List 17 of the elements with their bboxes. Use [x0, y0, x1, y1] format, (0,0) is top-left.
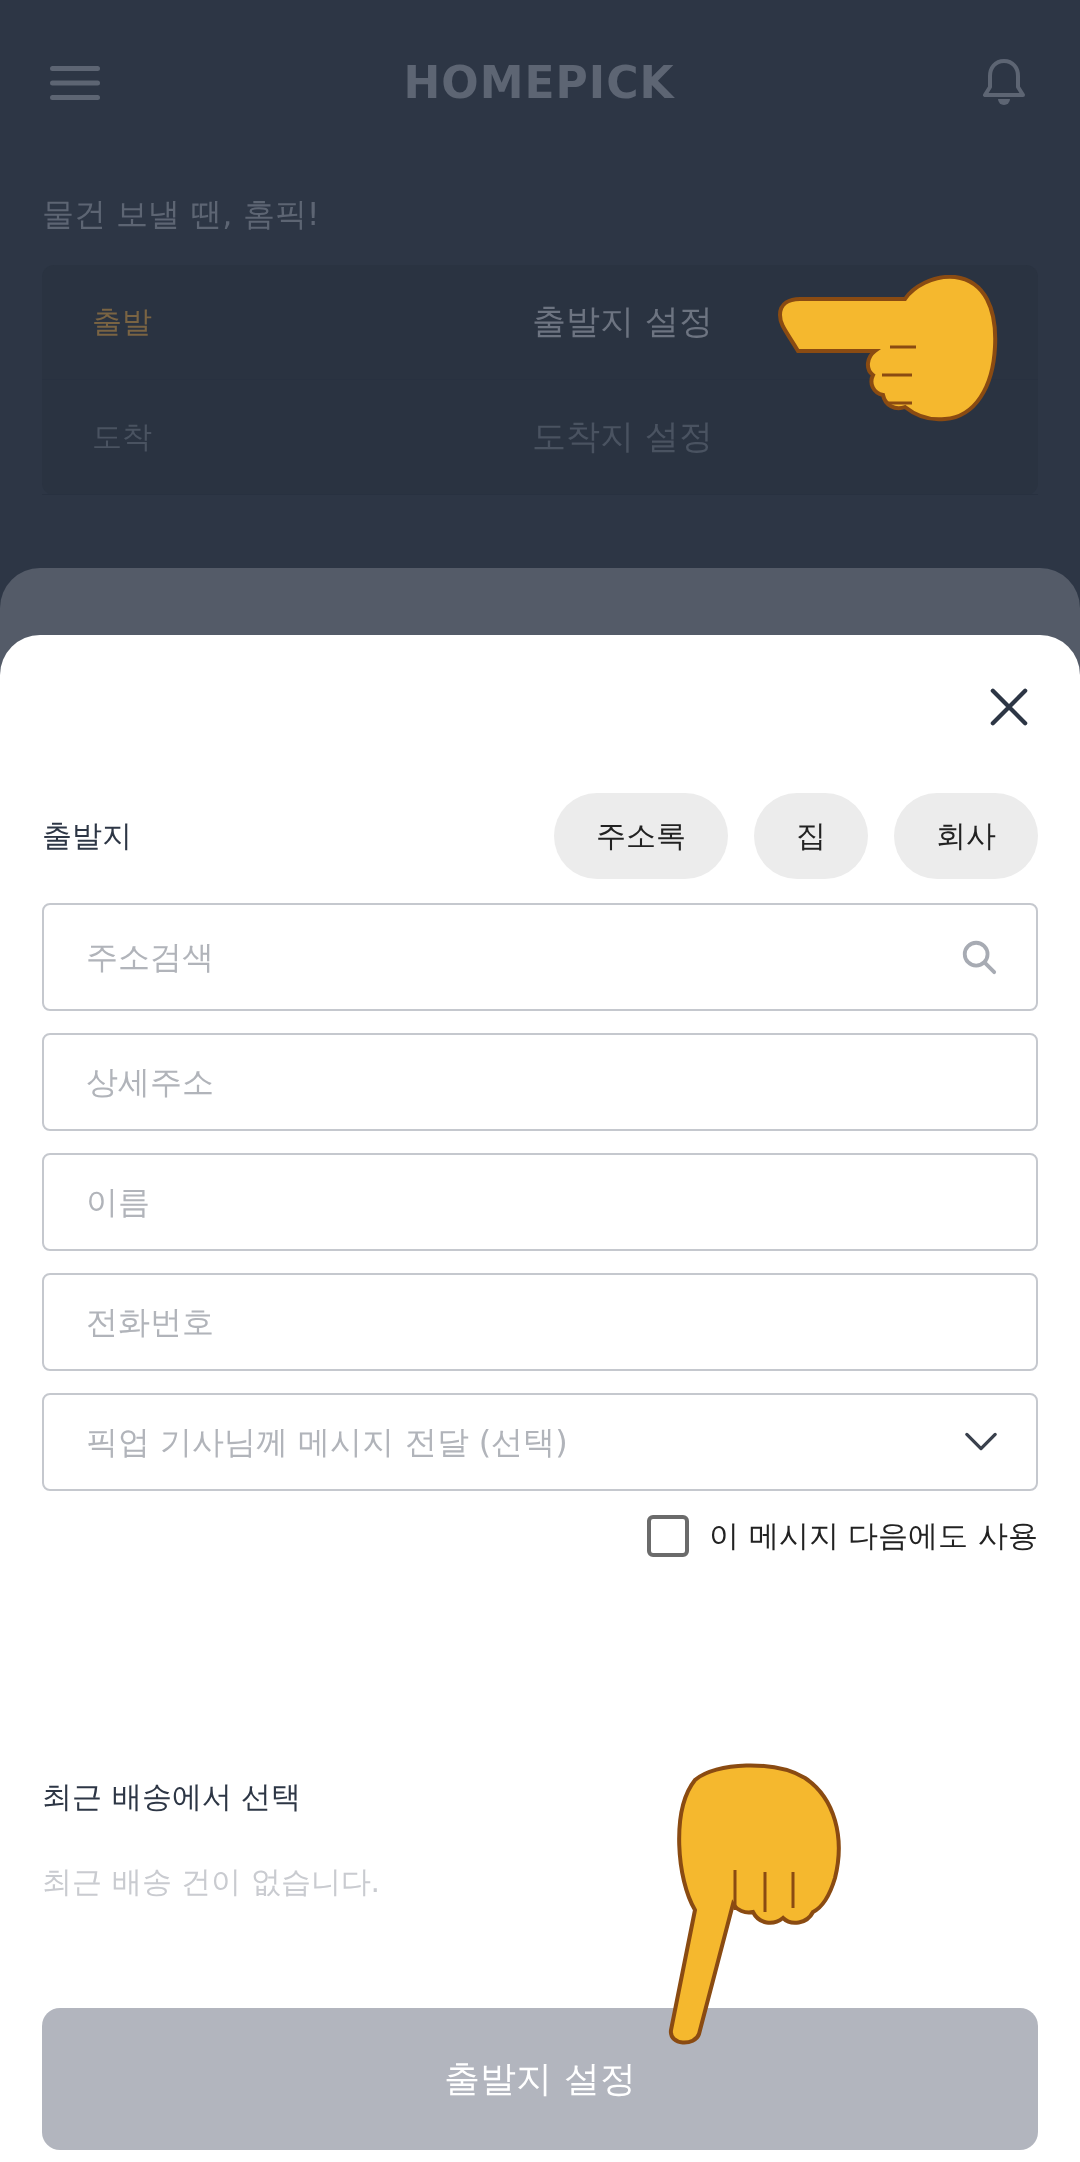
address-shortcut-chip[interactable]: 회사: [894, 793, 1038, 879]
section-title: 최근 배송에서 선택: [42, 1778, 303, 1816]
message-dropdown[interactable]: 픽업 기사님께 메시지 전달 (선택): [42, 1393, 1038, 1491]
close-icon[interactable]: [990, 688, 1028, 726]
section-title: 출발지: [42, 816, 132, 855]
input-field[interactable]: 주소검색: [42, 903, 1038, 1011]
route-label: 출발: [91, 302, 153, 341]
address-shortcut-chip[interactable]: 집: [754, 793, 868, 879]
checkbox[interactable]: [647, 1515, 690, 1557]
checkbox-label: 이 메시지 다음에도 사용: [709, 1516, 1038, 1555]
chevron-down-icon: [964, 1431, 998, 1453]
input-field[interactable]: 상세주소: [42, 1033, 1038, 1131]
address-shortcut-chip[interactable]: 주소록: [554, 793, 728, 879]
search-icon[interactable]: [960, 938, 998, 976]
input-field[interactable]: 이름: [42, 1153, 1038, 1251]
menu-icon[interactable]: [50, 65, 100, 100]
input-field[interactable]: 전화번호: [42, 1273, 1038, 1371]
